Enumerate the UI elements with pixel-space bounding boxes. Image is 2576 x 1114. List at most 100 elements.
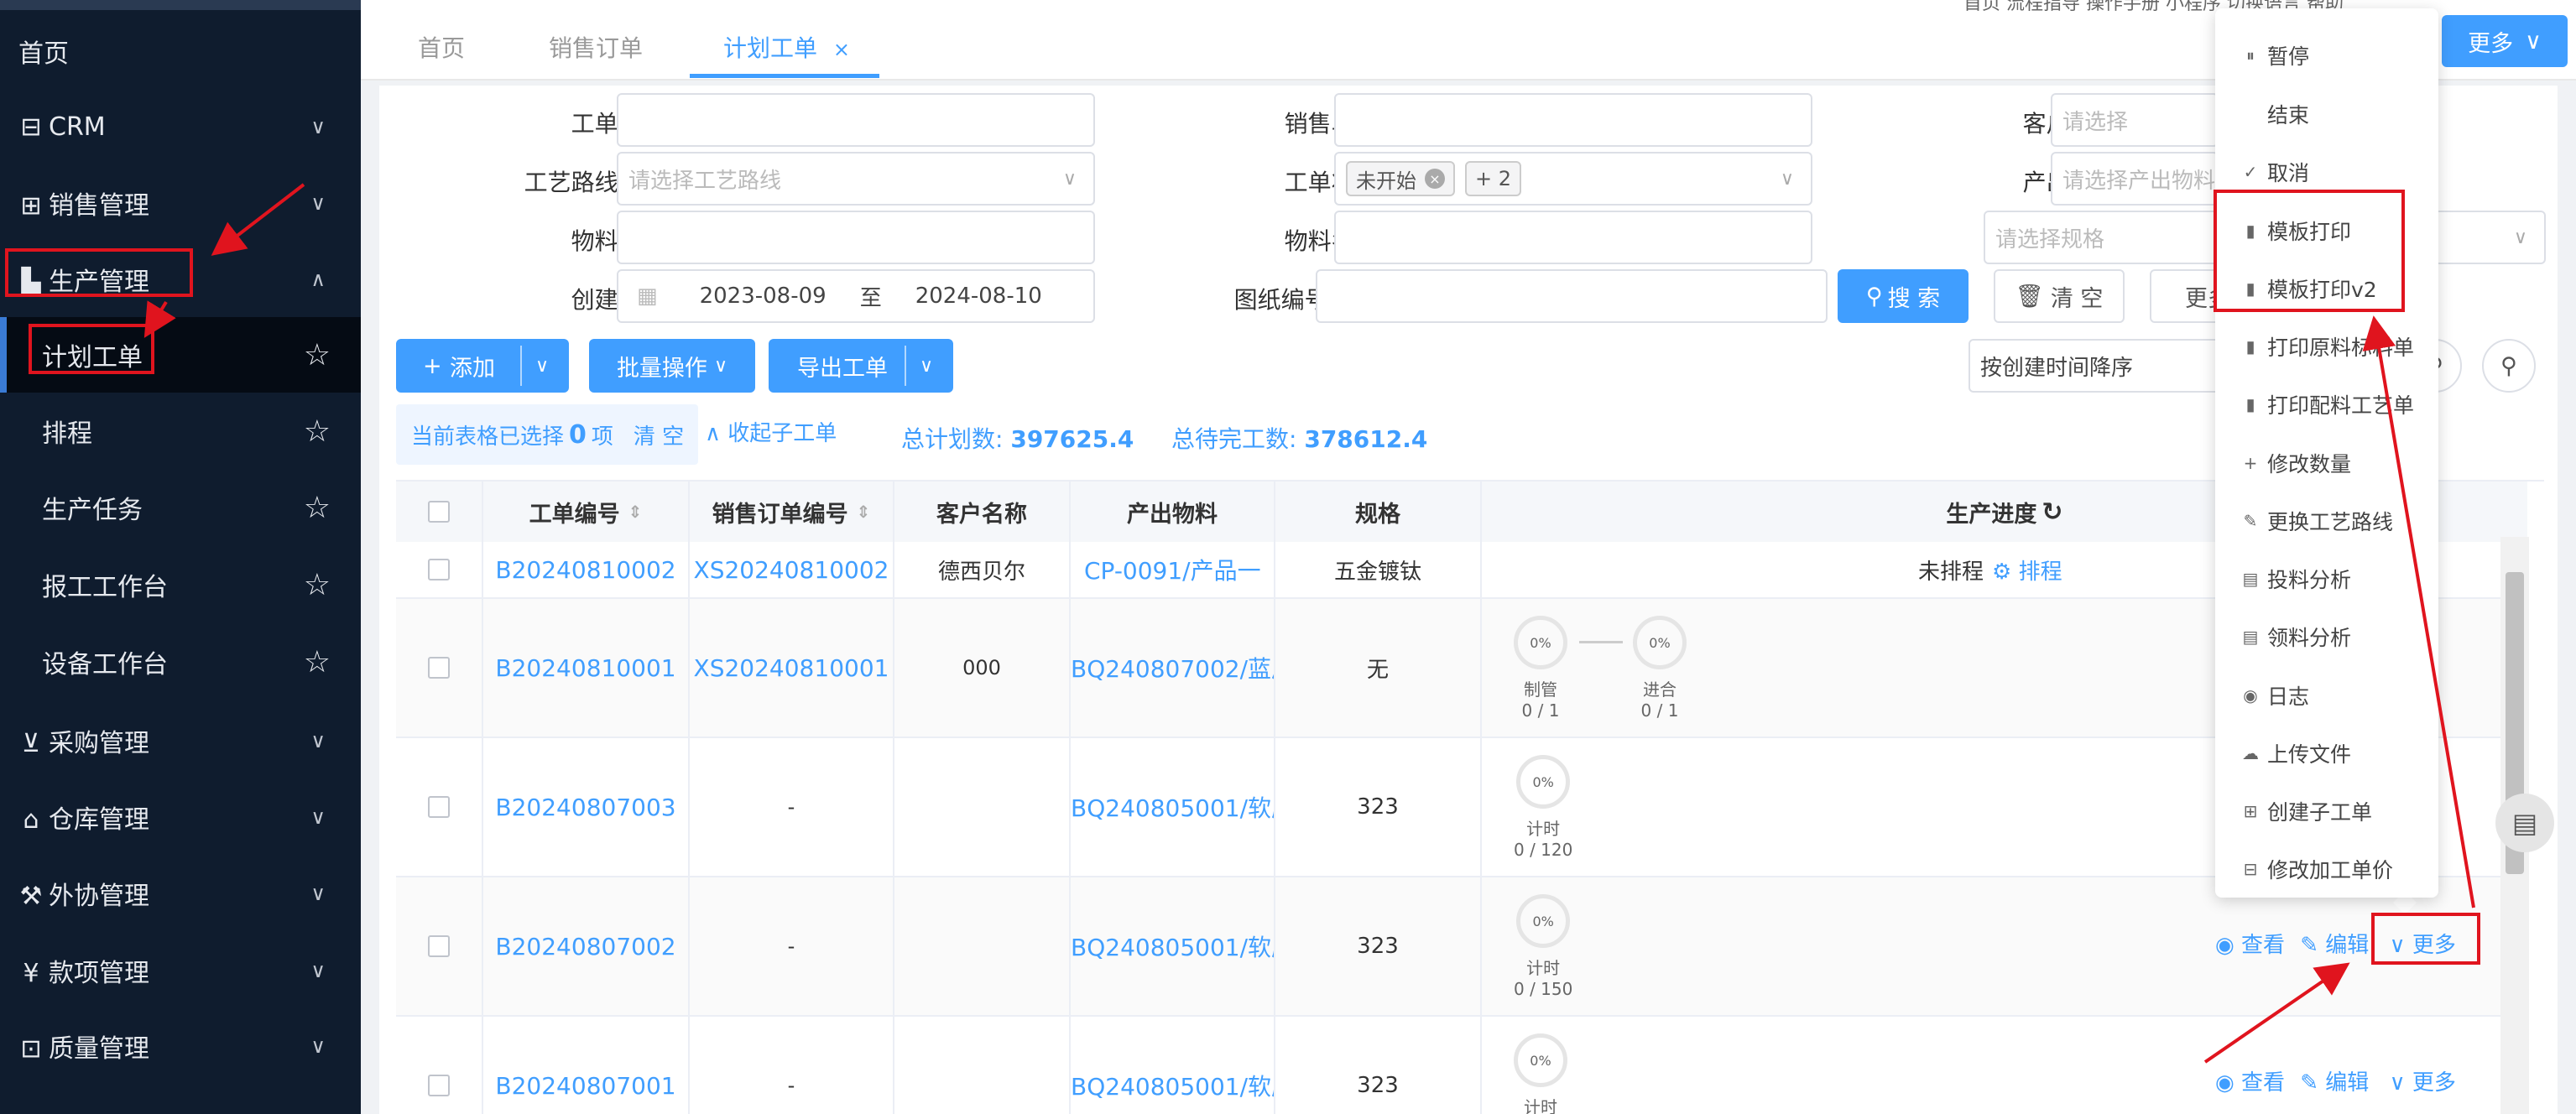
- route-select[interactable]: 请选择工艺路线 ∨: [617, 152, 1095, 206]
- view-action[interactable]: ◉ 查看: [2215, 1070, 2285, 1096]
- sidebar-item-sales[interactable]: ⊞ 销售管理 ∨: [0, 165, 361, 241]
- header-sales-no[interactable]: 销售订单编号 ⇕: [690, 482, 894, 542]
- mat-no-input[interactable]: [617, 211, 1095, 264]
- mat-name-input[interactable]: [1334, 211, 1812, 264]
- order-no-input[interactable]: [617, 93, 1095, 147]
- tab-plan-order[interactable]: 计划工单 ×: [723, 30, 850, 64]
- more-action[interactable]: ∨ 更多: [2390, 1070, 2456, 1096]
- edit-action[interactable]: ✎ 编辑: [2300, 1070, 2369, 1096]
- table-row[interactable]: B20240807003 - BQ240805001/软床 323 0% 计时 0 …: [396, 738, 2527, 877]
- sidebar-item-purchase[interactable]: ⊻ 采购管理 ∨: [0, 703, 361, 778]
- search-button[interactable]: ⚲ 搜 索: [1838, 269, 1969, 323]
- table-row[interactable]: B20240810002 XS20240810002 德西贝尔 CP-0091/…: [396, 542, 2527, 599]
- more-dropdown-menu: ⏸ 暂停 结束 ✓ 取消 ▮ 模板打印 ▮ 模板打印v2 ▮ 打印原料标料单 ▮ 打印配料工…: [2215, 8, 2438, 898]
- menu-item-log[interactable]: ◉ 日志: [2215, 667, 2438, 724]
- refresh-icon[interactable]: ↻: [2042, 497, 2062, 527]
- sidebar-item-warehouse[interactable]: ⌂ 仓库管理 ∨: [0, 779, 361, 855]
- select-all-checkbox[interactable]: [428, 501, 450, 523]
- sidebar-item-quality[interactable]: ⊡ 质量管理 ∨: [0, 1008, 361, 1084]
- menu-item-edit-quantity[interactable]: + 修改数量: [2215, 435, 2438, 492]
- sidebar-item-device-workbench[interactable]: 设备工作台 ☆: [0, 624, 361, 700]
- extra-select[interactable]: ∨: [2423, 211, 2546, 264]
- table-row[interactable]: B20240810001 XS20240810001 000 BQ2408070…: [396, 599, 2527, 738]
- sales-no-link[interactable]: XS20240810001: [690, 599, 894, 737]
- process-step[interactable]: 0% 制管 0 / 1: [1514, 616, 1567, 721]
- row-checkbox[interactable]: [428, 559, 450, 580]
- order-no-link[interactable]: B20240810002: [483, 542, 690, 597]
- star-icon[interactable]: ☆: [304, 414, 331, 449]
- sort-select[interactable]: 按创建时间降序: [1969, 339, 2220, 393]
- collapse-subtasks-link[interactable]: ∧ 收起子工单: [705, 416, 837, 447]
- material-link[interactable]: BQ240805001/软床: [1071, 877, 1275, 1015]
- menu-item-create-sub[interactable]: ⊞ 创建子工单: [2215, 783, 2438, 840]
- table-row[interactable]: B20240807001 - BQ240805001/软床 323 0% 计时: [396, 1017, 2527, 1114]
- add-button[interactable]: + 添加 ∨: [396, 339, 569, 393]
- chevron-down-icon[interactable]: ∨: [920, 356, 933, 377]
- star-icon[interactable]: ☆: [304, 568, 331, 602]
- menu-item-print-process[interactable]: ▮ 打印配料工艺单: [2215, 376, 2438, 433]
- more-button[interactable]: 更多 ∨: [2442, 15, 2568, 67]
- tag-close-icon[interactable]: ×: [1425, 169, 1445, 189]
- material-link[interactable]: BQ240805001/软床: [1071, 1017, 1275, 1114]
- row-checkbox[interactable]: [428, 657, 450, 679]
- order-no-link[interactable]: B20240810001: [483, 599, 690, 737]
- customer-select[interactable]: 请选择: [2051, 93, 2219, 147]
- star-icon[interactable]: ☆: [304, 491, 331, 525]
- menu-item-change-route[interactable]: ✎ 更换工艺路线: [2215, 492, 2438, 549]
- spec-select[interactable]: 请选择规格: [1984, 211, 2219, 264]
- star-icon[interactable]: ☆: [304, 338, 331, 372]
- tab-sales-order[interactable]: 销售订单: [549, 30, 643, 64]
- star-icon[interactable]: ☆: [304, 645, 331, 679]
- menu-item-upload[interactable]: ☁ 上传文件: [2215, 725, 2438, 782]
- order-no-link[interactable]: B20240807002: [483, 877, 690, 1015]
- row-checkbox[interactable]: [428, 1075, 450, 1096]
- menu-item-finish[interactable]: 结束: [2215, 86, 2438, 143]
- sort-icon[interactable]: ⇕: [857, 502, 871, 522]
- menu-item-edit-price[interactable]: ⊟ 修改加工单价: [2215, 841, 2438, 898]
- process-step[interactable]: 0% 计时 0 / 120: [1514, 755, 1572, 860]
- edit-action[interactable]: ✎ 编辑: [2300, 933, 2369, 958]
- material-link[interactable]: BQ240807002/蓝皮: [1071, 599, 1275, 737]
- sidebar-item-payment[interactable]: ¥ 款项管理 ∨: [0, 933, 361, 1008]
- sales-no-link[interactable]: XS20240810002: [690, 542, 894, 597]
- sales-no-input[interactable]: [1334, 93, 1812, 147]
- status-select[interactable]: 未开始 × + 2 ∨: [1334, 152, 1812, 206]
- sidebar-item-production-task[interactable]: 生产任务 ☆: [0, 470, 361, 545]
- menu-item-pick-analysis[interactable]: ▤ 领料分析: [2215, 608, 2438, 665]
- date-range-picker[interactable]: ▦ 2023-08-09 至 2024-08-10: [617, 269, 1095, 323]
- sidebar-item-outsource[interactable]: ⚒ 外协管理 ∨: [0, 856, 361, 931]
- sidebar-item-report-workbench[interactable]: 报工工作台 ☆: [0, 547, 361, 622]
- status-more-tag: + 2: [1465, 161, 1522, 196]
- row-checkbox[interactable]: [428, 935, 450, 957]
- sidebar-item-crm[interactable]: ⊟ CRM ∨: [0, 89, 361, 164]
- order-no-link[interactable]: B20240807001: [483, 1017, 690, 1114]
- process-step[interactable]: 0% 计时: [1514, 1033, 1567, 1114]
- table-row[interactable]: B20240807002 - BQ240805001/软床 323 0% 计时 0 …: [396, 877, 2527, 1017]
- material-link[interactable]: CP-0091/产品一: [1071, 542, 1275, 597]
- schedule-link[interactable]: ⚙ 排程: [1992, 554, 2062, 586]
- row-checkbox[interactable]: [428, 796, 450, 818]
- sort-icon[interactable]: ⇕: [628, 502, 643, 522]
- process-step[interactable]: 0% 计时 0 / 150: [1514, 894, 1572, 999]
- sidebar-item-home[interactable]: 首页: [0, 13, 361, 89]
- selection-clear-link[interactable]: 清 空: [634, 419, 684, 450]
- view-action[interactable]: ◉ 查看: [2215, 933, 2285, 958]
- clear-button[interactable]: 🗑 清 空: [1994, 269, 2125, 323]
- drawing-input[interactable]: [1316, 269, 1828, 323]
- menu-item-feed-analysis[interactable]: ▤ 投料分析: [2215, 550, 2438, 607]
- export-button[interactable]: 导出工单 ∨: [769, 339, 953, 393]
- menu-item-pause[interactable]: ⏸ 暂停: [2215, 27, 2438, 84]
- process-step[interactable]: 0% 进合 0 / 1: [1633, 616, 1687, 721]
- chevron-down-icon[interactable]: ∨: [535, 356, 549, 377]
- menu-item-print-material[interactable]: ▮ 打印原料标料单: [2215, 318, 2438, 375]
- order-no-link[interactable]: B20240807003: [483, 738, 690, 876]
- tab-home[interactable]: 首页: [418, 30, 465, 64]
- output-select[interactable]: 请选择产出物料: [2051, 152, 2219, 206]
- material-link[interactable]: BQ240805001/软床: [1071, 738, 1275, 876]
- document-float-icon[interactable]: ▤: [2495, 794, 2554, 852]
- search-toggle-button[interactable]: ⚲: [2482, 339, 2536, 393]
- batch-button[interactable]: 批量操作 ∨: [589, 339, 755, 393]
- close-icon[interactable]: ×: [833, 38, 850, 61]
- header-order-no[interactable]: 工单编号 ⇕: [483, 482, 690, 542]
- sidebar-item-schedule[interactable]: 排程 ☆: [0, 393, 361, 469]
